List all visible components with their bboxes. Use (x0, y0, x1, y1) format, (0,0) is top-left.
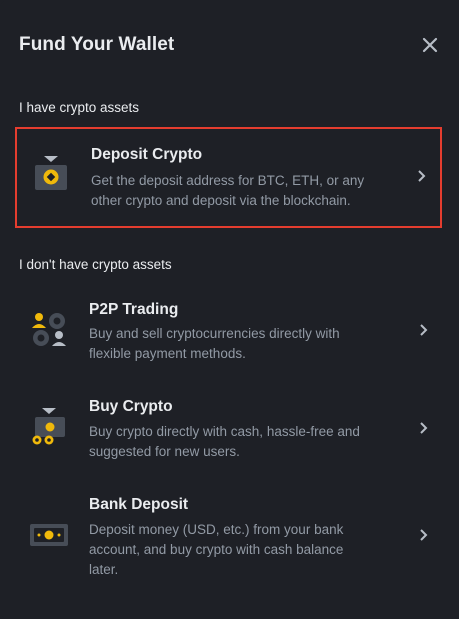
chevron-right-icon (418, 323, 428, 337)
deposit-crypto-desc-line-1: Get the deposit address for BTC, ETH, or… (91, 173, 365, 188)
chevron-right-icon (416, 169, 426, 183)
bank-deposit-desc-line-1: Deposit money (USD, etc.) from your bank (89, 522, 344, 537)
option-p2p-trading[interactable]: P2P Trading Buy and sell cryptocurrencie… (15, 287, 442, 377)
buy-crypto-desc-line-1: Buy crypto directly with cash, hassle-fr… (89, 424, 360, 439)
buy-crypto-desc-line-2: suggested for new users. (89, 444, 240, 459)
bank-deposit-title: Bank Deposit (89, 496, 189, 513)
chevron-right-icon (418, 421, 428, 435)
p2p-trading-desc-line-1: Buy and sell cryptocurrencies directly w… (89, 326, 340, 341)
deposit-crypto-description: Get the deposit address for BTC, ETH, or… (91, 171, 381, 211)
p2p-trading-desc-line-2: flexible payment methods. (89, 346, 246, 361)
section-label-have-crypto: I have crypto assets (19, 100, 140, 115)
modal-title: Fund Your Wallet (19, 34, 175, 55)
buy-crypto-title: Buy Crypto (89, 398, 173, 415)
deposit-crypto-desc-line-2: other crypto and deposit via the blockch… (91, 193, 351, 208)
option-buy-crypto[interactable]: Buy Crypto Buy crypto directly with cash… (15, 386, 442, 476)
option-deposit-crypto[interactable]: Deposit Crypto Get the deposit address f… (15, 127, 442, 228)
deposit-crypto-title: Deposit Crypto (91, 146, 203, 163)
buy-crypto-description: Buy crypto directly with cash, hassle-fr… (89, 422, 379, 462)
bank-deposit-description: Deposit money (USD, etc.) from your bank… (89, 520, 379, 580)
bank-deposit-icon (29, 515, 69, 555)
fund-wallet-modal: Fund Your Wallet I have crypto assets De… (0, 0, 459, 619)
buy-crypto-icon (29, 406, 69, 446)
option-bank-deposit[interactable]: Bank Deposit Deposit money (USD, etc.) f… (15, 484, 442, 584)
modal-header: Fund Your Wallet (19, 34, 441, 60)
p2p-trading-title: P2P Trading (89, 301, 179, 318)
close-icon[interactable] (421, 36, 439, 54)
section-label-no-crypto: I don't have crypto assets (19, 257, 172, 272)
p2p-trading-description: Buy and sell cryptocurrencies directly w… (89, 324, 379, 364)
p2p-trading-icon (29, 309, 69, 349)
bank-deposit-desc-line-2: account, and buy crypto with cash balanc… (89, 542, 344, 557)
chevron-right-icon (418, 528, 428, 542)
deposit-crypto-icon (31, 153, 71, 193)
bank-deposit-desc-line-3: later. (89, 562, 119, 577)
